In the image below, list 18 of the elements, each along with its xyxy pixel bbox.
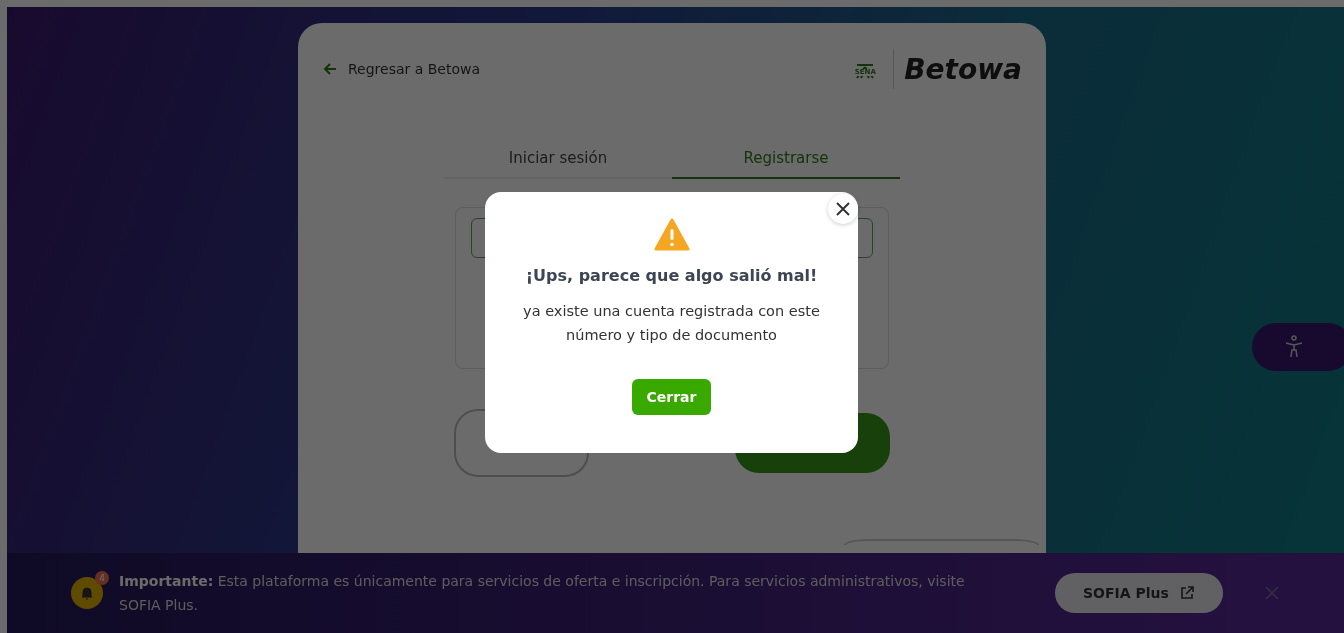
accessibility-tab[interactable] xyxy=(1252,323,1344,371)
external-link-icon xyxy=(1178,585,1195,601)
tab[interactable]: Registrarse xyxy=(672,139,900,179)
notice-text: Importante: Esta plataforma es únicamente para servicios de oferta e inscripción. Para servicios administrativos, visite SOFIA Plus. xyxy=(119,572,966,615)
accessibility-icon xyxy=(1284,335,1304,359)
close-button[interactable] xyxy=(828,194,858,224)
tab[interactable]: Iniciar sesión xyxy=(444,139,672,179)
close-icon[interactable] xyxy=(1264,586,1279,600)
sofia-plus-button[interactable]: SOFIA Plus xyxy=(1055,573,1223,613)
back-link[interactable]: Regresar a Betowa xyxy=(322,61,481,77)
warning-icon xyxy=(653,218,690,252)
x-icon xyxy=(836,202,850,216)
logo-text: Betowa xyxy=(904,52,1022,86)
arrow-left-icon xyxy=(322,61,338,77)
dialog-message: ya existe una cuenta registrada con este número y tipo de documento xyxy=(522,302,821,345)
dialog-title: ¡Ups, parece que algo salió mal! xyxy=(525,266,818,285)
notification-badge: 4 xyxy=(95,571,109,585)
close-dialog-button[interactable]: Cerrar xyxy=(631,379,712,415)
